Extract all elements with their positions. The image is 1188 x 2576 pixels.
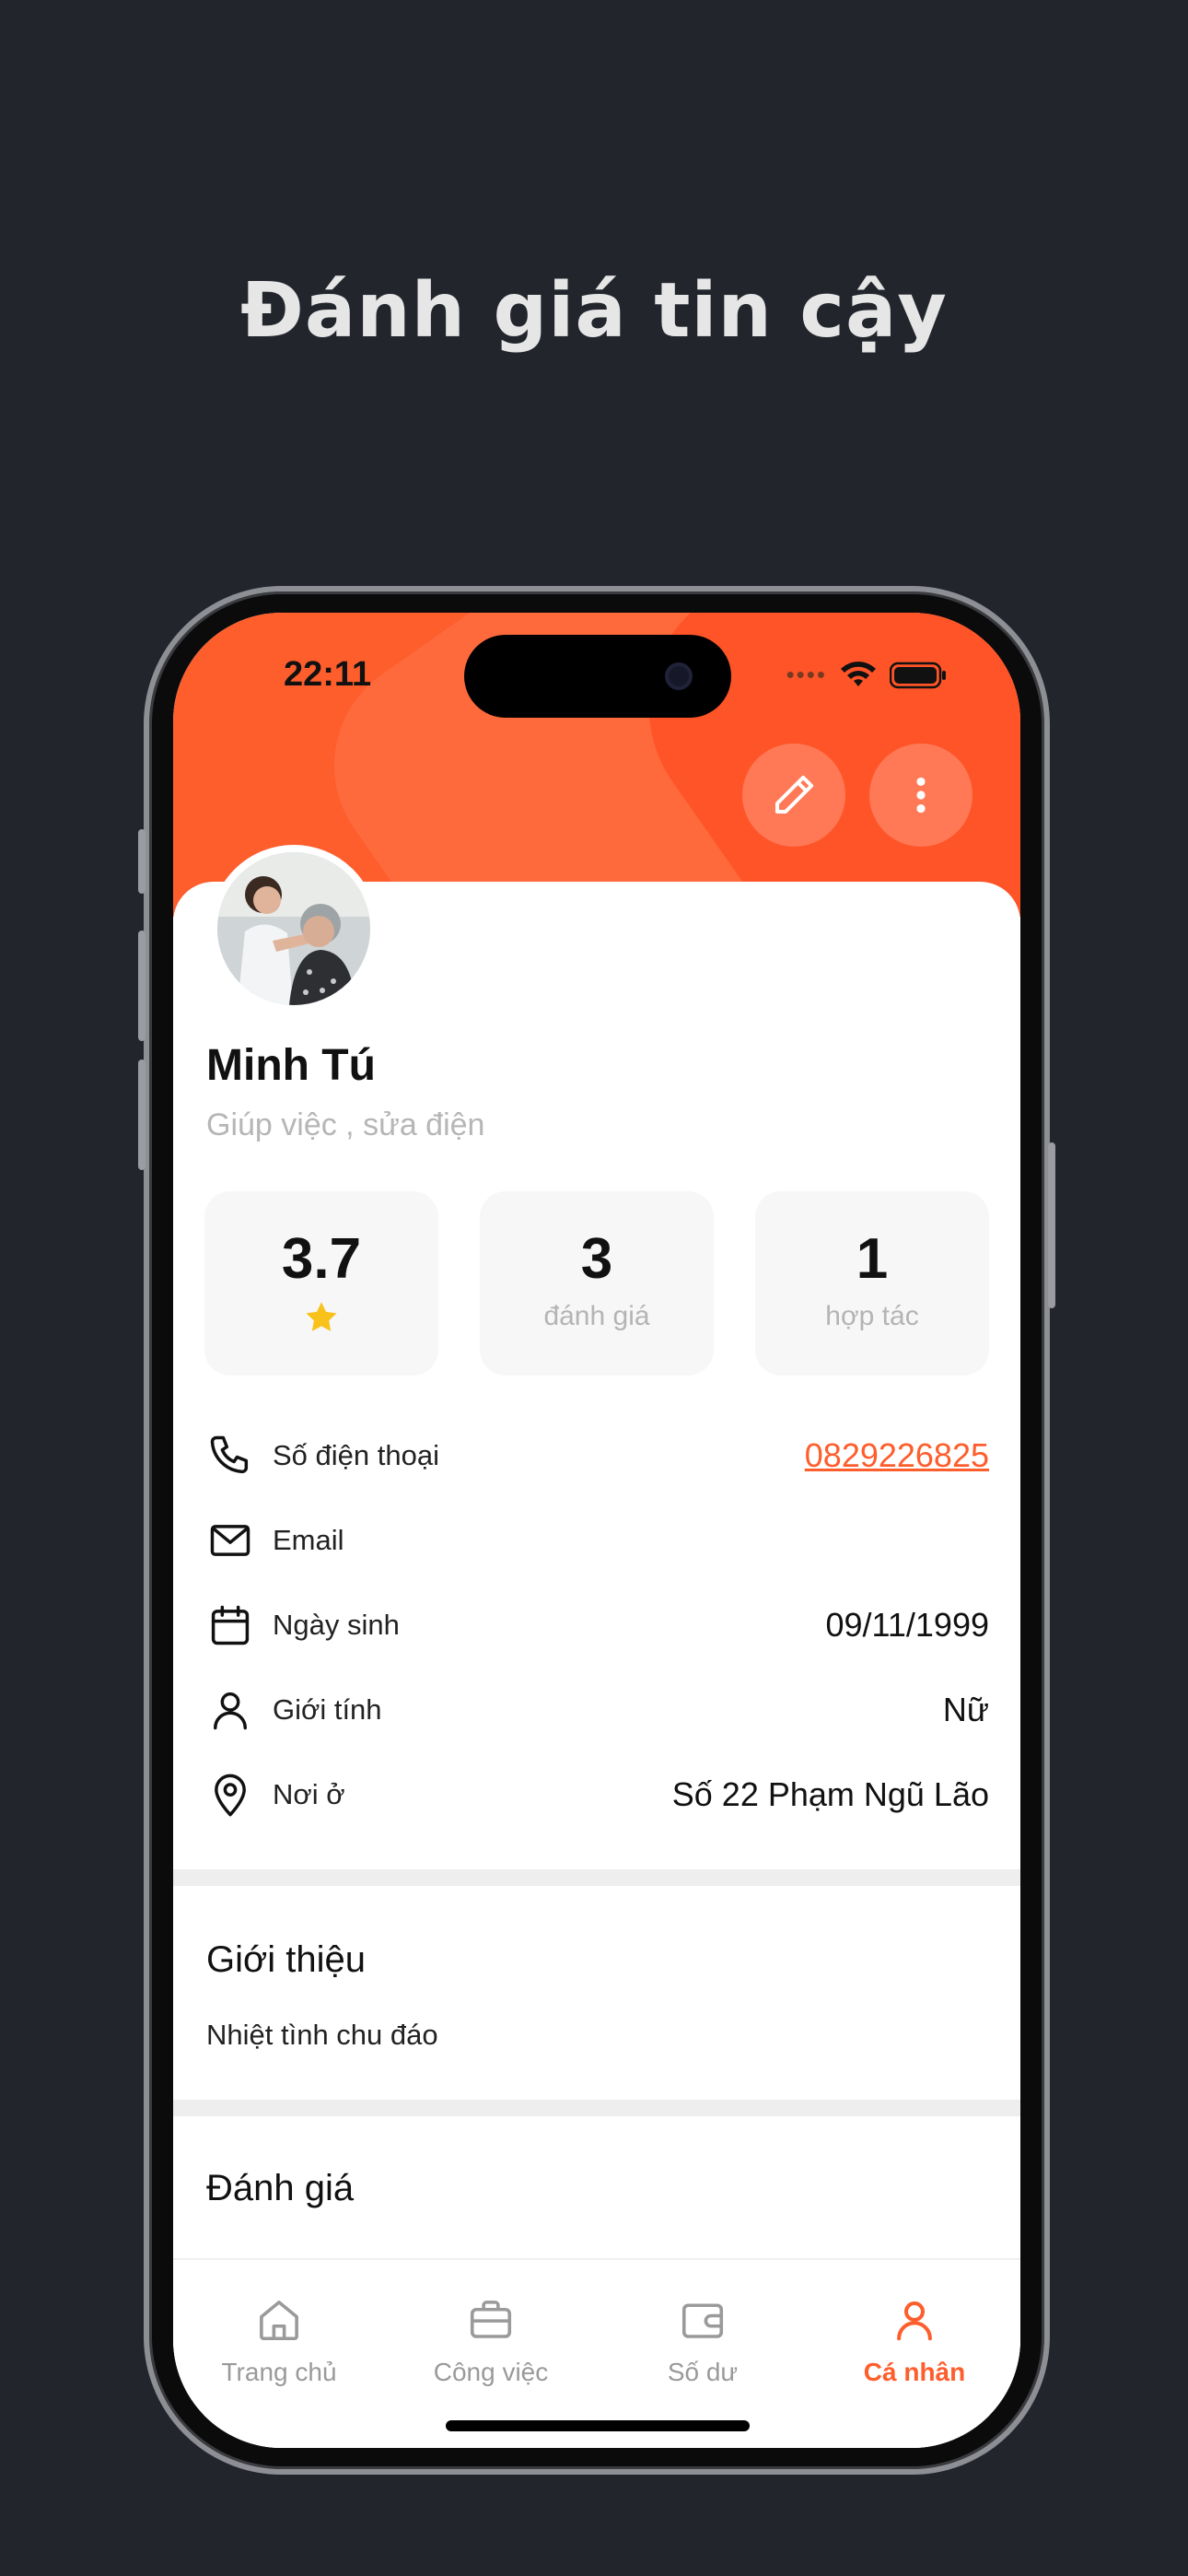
phone-row: Số điện thoại 0829226825 <box>204 1423 989 1488</box>
star-icon <box>204 1299 438 1341</box>
tab-personal-label: Cá nhân <box>863 2358 966 2386</box>
review-count-value: 3 <box>580 1227 613 1291</box>
more-options-button[interactable] <box>869 744 973 847</box>
phone-power-button <box>1048 1142 1055 1308</box>
battery-icon <box>890 662 946 688</box>
address-value: Số 22 Phạm Ngũ Lão <box>671 1775 989 1813</box>
cooperation-count-value: 1 <box>856 1227 889 1291</box>
rating-value: 3.7 <box>281 1227 362 1291</box>
tab-home-label: Trang chủ <box>221 2358 337 2386</box>
app-screen: 22:11 •••• Minh Tú Giúp việc , sửa điện … <box>173 613 1020 2448</box>
birthday-row: Ngày sinh 09/11/1999 <box>204 1593 989 1657</box>
about-text: Nhiệt tình chu đáo <box>206 2019 438 2051</box>
phone-icon <box>204 1430 256 1481</box>
profile-services: Giúp việc , sửa điện <box>206 1107 485 1142</box>
tab-personal[interactable]: Cá nhân <box>809 2288 1020 2387</box>
tab-balance[interactable]: Số dư <box>597 2288 809 2387</box>
dynamic-island <box>464 635 731 718</box>
address-row: Nơi ở Số 22 Phạm Ngũ Lão <box>204 1762 989 1827</box>
home-icon <box>173 2288 385 2352</box>
phone-volume-up-button <box>138 931 146 1041</box>
birthday-value: 09/11/1999 <box>825 1606 989 1644</box>
reviews-title: Đánh giá <box>206 2168 355 2208</box>
about-title: Giới thiệu <box>206 1939 366 1980</box>
avatar[interactable] <box>210 845 378 1013</box>
person-icon <box>809 2288 1020 2352</box>
phone-number-link[interactable]: 0829226825 <box>805 1436 989 1475</box>
tab-jobs-label: Công việc <box>433 2358 549 2386</box>
address-label: Nơi ở <box>273 1778 345 1810</box>
phone-side-button <box>138 829 146 894</box>
more-vertical-icon <box>916 777 926 814</box>
tab-balance-label: Số dư <box>667 2358 739 2386</box>
tab-jobs[interactable]: Công việc <box>385 2288 597 2387</box>
status-icons: •••• <box>786 661 947 689</box>
profile-name: Minh Tú <box>206 1041 376 1090</box>
section-divider <box>173 1869 1020 1886</box>
phone-label: Số điện thoại <box>273 1439 439 1471</box>
review-count-label: đánh giá <box>543 1301 650 1331</box>
person-icon <box>204 1684 256 1736</box>
wallet-icon <box>597 2288 809 2352</box>
gender-row: Giới tính Nữ <box>204 1678 989 1742</box>
avatar-photo <box>217 852 370 1005</box>
cellular-signal-icon: •••• <box>786 661 827 688</box>
tab-home[interactable]: Trang chủ <box>173 2288 385 2387</box>
birthday-label: Ngày sinh <box>273 1609 400 1641</box>
review-count-card: 3 đánh giá <box>480 1191 714 1376</box>
rating-stat-card: 3.7 <box>204 1191 438 1376</box>
phone-volume-down-button <box>138 1060 146 1170</box>
cooperation-count-label: hợp tác <box>825 1301 919 1331</box>
briefcase-icon <box>385 2288 597 2352</box>
gender-label: Giới tính <box>273 1693 382 1726</box>
section-divider <box>173 2100 1020 2116</box>
email-row: Email <box>204 1508 989 1573</box>
calendar-icon <box>204 1599 256 1651</box>
location-pin-icon <box>204 1769 256 1821</box>
edit-profile-button[interactable] <box>742 744 845 847</box>
wifi-icon <box>841 661 876 686</box>
marketing-headline: Đánh giá tin cậy <box>240 267 948 355</box>
gender-value: Nữ <box>942 1691 989 1728</box>
email-label: Email <box>273 1524 344 1556</box>
home-indicator[interactable] <box>446 2420 750 2431</box>
pencil-icon <box>775 775 814 814</box>
camera-icon <box>665 662 693 690</box>
mail-icon <box>204 1515 256 1566</box>
cooperation-count-card: 1 hợp tác <box>755 1191 989 1376</box>
status-time: 22:11 <box>284 655 372 694</box>
